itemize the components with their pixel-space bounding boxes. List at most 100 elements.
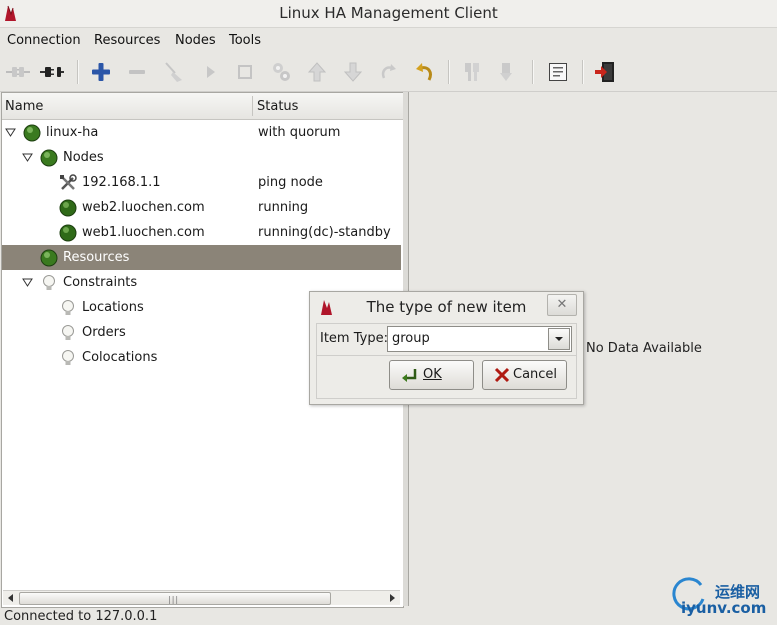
watermark-en-text: iyunv.com xyxy=(681,599,767,617)
move-up-button[interactable] xyxy=(304,59,330,85)
tree-row-label: web1.luochen.com xyxy=(82,225,205,240)
green-ball-icon xyxy=(59,224,77,242)
tree-row-linux-ha[interactable]: linux-ha with quorum xyxy=(2,120,401,145)
toolbar xyxy=(0,53,777,92)
move-up-arrow-icon xyxy=(307,62,327,82)
lightbulb-icon xyxy=(62,325,74,340)
tree-row-web1[interactable]: web1.luochen.com running(dc)-standby xyxy=(2,220,401,245)
tree-row-label: 192.168.1.1 xyxy=(82,175,161,190)
tree-column-header: Name Status xyxy=(2,93,403,120)
expander-open-icon[interactable] xyxy=(22,152,33,163)
column-divider[interactable] xyxy=(252,96,253,116)
tree-row-ping-node[interactable]: 192.168.1.1 ping node xyxy=(2,170,401,195)
migrate-button[interactable] xyxy=(268,59,294,85)
menu-nodes[interactable]: Nodes xyxy=(175,33,216,48)
connect-plug-icon xyxy=(6,67,30,77)
redo-button[interactable] xyxy=(376,59,402,85)
tree-row-label: web2.luochen.com xyxy=(82,200,205,215)
column-name-header[interactable]: Name xyxy=(5,99,43,114)
window-title: Linux HA Management Client xyxy=(279,4,498,22)
view-button[interactable] xyxy=(545,59,571,85)
move-down-arrow-icon xyxy=(343,62,363,82)
standby-node-icon xyxy=(465,63,479,81)
add-plus-icon xyxy=(92,63,110,81)
lightbulb-icon xyxy=(43,275,55,290)
exit-button[interactable] xyxy=(592,59,618,85)
start-button[interactable] xyxy=(197,59,223,85)
dialog-title: The type of new item xyxy=(366,298,527,316)
green-ball-icon xyxy=(40,249,58,267)
ok-label: OK xyxy=(423,367,442,382)
scrollbar-thumb[interactable]: ||| xyxy=(19,592,331,605)
tree-row-status: with quorum xyxy=(258,125,341,140)
tools-icon xyxy=(60,174,77,190)
title-bar: Linux HA Management Client xyxy=(0,0,777,28)
item-type-combobox[interactable]: group xyxy=(387,326,572,352)
site-watermark: 运维网 iyunv.com xyxy=(671,577,777,623)
connect-button[interactable] xyxy=(5,59,31,85)
new-item-dialog: The type of new item ✕ Item Type: group … xyxy=(309,291,584,405)
start-play-icon xyxy=(207,66,215,78)
expander-open-icon[interactable] xyxy=(5,127,16,138)
menu-tools[interactable]: Tools xyxy=(229,33,261,48)
menu-connection[interactable]: Connection xyxy=(7,33,81,48)
menu-bar: Connection Resources Nodes Tools xyxy=(0,28,777,52)
standby-button[interactable] xyxy=(459,59,485,85)
disconnect-plug-icon xyxy=(40,67,64,77)
ok-button[interactable]: OK xyxy=(389,360,474,390)
stop-button[interactable] xyxy=(232,59,258,85)
item-type-value: group xyxy=(392,331,430,346)
tree-row-label: linux-ha xyxy=(46,125,99,140)
cancel-label: Cancel xyxy=(513,367,558,382)
chevron-down-icon xyxy=(555,337,563,341)
cancel-button[interactable]: Cancel xyxy=(482,360,567,390)
connection-status-text: Connected to 127.0.0.1 xyxy=(4,609,158,624)
green-ball-icon xyxy=(59,199,77,217)
tree-row-label: Colocations xyxy=(82,350,158,365)
tree-row-label: Resources xyxy=(63,250,130,265)
toolbar-separator xyxy=(77,60,79,84)
green-ball-icon xyxy=(23,124,41,142)
stop-square-icon xyxy=(238,65,252,79)
undo-arrow-icon xyxy=(416,63,432,81)
tree-row-nodes[interactable]: Nodes xyxy=(2,145,401,170)
scroll-left-arrow-icon[interactable] xyxy=(5,592,17,604)
tree-row-status: running xyxy=(258,200,309,215)
toolbar-separator xyxy=(582,60,584,84)
cleanup-button[interactable] xyxy=(161,59,187,85)
remove-minus-icon xyxy=(129,70,145,74)
undo-button[interactable] xyxy=(411,59,437,85)
active-node-icon xyxy=(500,63,512,81)
tree-row-web2[interactable]: web2.luochen.com running xyxy=(2,195,401,220)
tree-row-label: Nodes xyxy=(63,150,104,165)
column-status-header[interactable]: Status xyxy=(257,99,298,114)
tree-row-label: Orders xyxy=(82,325,126,340)
active-button[interactable] xyxy=(494,59,520,85)
tree-row-status: running(dc)-standby xyxy=(258,225,391,240)
horizontal-scrollbar[interactable]: ||| xyxy=(3,590,400,605)
expander-open-icon[interactable] xyxy=(22,277,33,288)
tree-row-resources[interactable]: Resources xyxy=(2,245,401,270)
tree-row-label: Constraints xyxy=(63,275,138,290)
remove-button[interactable] xyxy=(124,59,150,85)
cancel-x-icon xyxy=(494,367,510,383)
no-data-label: No Data Available xyxy=(586,341,702,356)
tree-row-label: Locations xyxy=(82,300,144,315)
redo-arrow-icon xyxy=(381,64,396,79)
combo-dropdown-button[interactable] xyxy=(548,328,570,350)
tree-row-status: ping node xyxy=(258,175,323,190)
toolbar-separator xyxy=(448,60,450,84)
toolbar-separator xyxy=(532,60,534,84)
scroll-right-arrow-icon[interactable] xyxy=(386,592,398,604)
dialog-divider xyxy=(317,355,576,356)
view-document-icon xyxy=(549,63,567,81)
dialog-close-button[interactable]: ✕ xyxy=(547,294,577,316)
check-arrow-icon xyxy=(402,369,417,382)
add-button[interactable] xyxy=(88,59,114,85)
move-down-button[interactable] xyxy=(340,59,366,85)
disconnect-button[interactable] xyxy=(39,59,65,85)
lightbulb-icon xyxy=(62,300,74,315)
item-type-label: Item Type: xyxy=(320,331,388,346)
exit-door-icon xyxy=(595,62,614,82)
menu-resources[interactable]: Resources xyxy=(94,33,160,48)
